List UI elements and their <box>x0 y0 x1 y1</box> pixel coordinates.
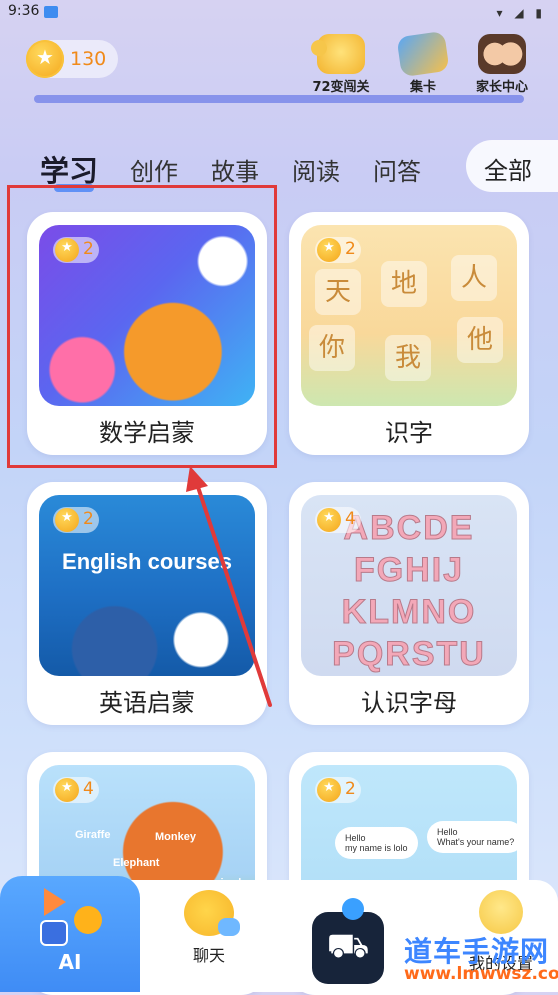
nav-chat[interactable]: 聊天 <box>168 890 250 966</box>
nav-label: AI <box>58 950 82 974</box>
watermark-url: www.lmwwsz.com <box>404 964 558 984</box>
annotation-arrow <box>186 466 272 707</box>
play-icon <box>44 888 66 916</box>
car-icon: ⛟ <box>326 926 370 966</box>
nav-center-app[interactable]: ⛟ <box>312 898 384 984</box>
avatar <box>479 890 523 934</box>
nav-ai[interactable]: AI <box>0 876 140 992</box>
badge-icon <box>342 898 364 920</box>
chat-face-icon <box>184 890 240 936</box>
nav-label: 聊天 <box>192 946 225 965</box>
cube-icon <box>40 920 68 946</box>
circle-icon <box>74 906 102 934</box>
